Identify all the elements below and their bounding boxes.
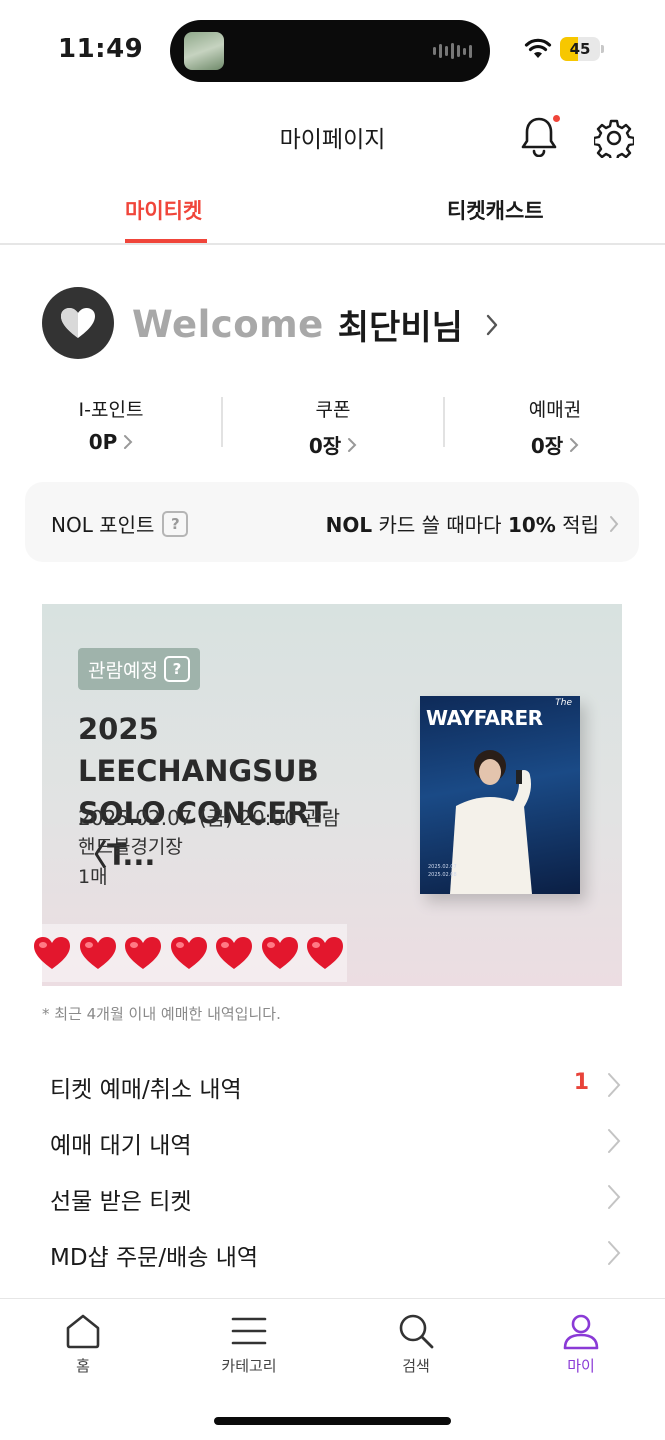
chevron-right-icon <box>570 437 579 452</box>
heart-icon <box>79 937 116 969</box>
help-icon[interactable]: ? <box>162 510 189 537</box>
battery-level: 45 <box>569 40 591 58</box>
notification-button[interactable] <box>520 115 560 159</box>
menu-booking-history[interactable]: 티켓 예매/취소 내역 1 <box>0 1060 665 1110</box>
menu-label: 티켓 예매/취소 내역 <box>50 1077 242 1103</box>
nol-card-promo[interactable]: NOL 카드 쓸 때마다 10% 적립 <box>326 509 619 538</box>
stat-label: I-포인트 <box>78 399 144 421</box>
status-label: 관람예정 <box>88 659 158 682</box>
stat-value: 0장 <box>530 434 564 458</box>
heart-icon <box>61 308 95 338</box>
nav-label: 마이 <box>567 1357 595 1375</box>
welcome-text: Welcome <box>132 303 324 346</box>
home-indicator <box>214 1417 451 1425</box>
menu-gifted-tickets[interactable]: 선물 받은 티켓 <box>0 1172 665 1222</box>
ticket-quantity: 1매 <box>78 866 108 888</box>
status-time: 11:49 <box>58 34 144 64</box>
nav-my[interactable]: 마이 <box>531 1311 631 1376</box>
nav-home[interactable]: 홈 <box>33 1311 133 1376</box>
chevron-right-icon <box>486 314 498 335</box>
stat-value: 0P <box>88 430 118 454</box>
nav-category[interactable]: 카테고리 <box>199 1311 299 1376</box>
sticker-hearts <box>30 924 347 982</box>
menu-count-badge: 1 <box>573 1070 589 1095</box>
benefit-stats: I-포인트 0P 쿠폰 0장 예매권 0장 <box>0 395 665 458</box>
menu-label: MD샵 주문/배송 내역 <box>50 1245 259 1271</box>
chevron-right-icon <box>608 1073 621 1097</box>
concert-poster: The WAYFARER 2025.02.07 2025.02.08 <box>420 696 580 894</box>
nav-label: 카테고리 <box>221 1357 277 1375</box>
chevron-right-icon <box>608 1241 621 1265</box>
wifi-icon <box>524 38 552 58</box>
svg-text:2025.02.08: 2025.02.08 <box>428 872 457 878</box>
stat-label: 쿠폰 <box>315 399 351 421</box>
user-icon <box>563 1314 599 1350</box>
chevron-right-icon <box>124 435 133 449</box>
tab-ticket-cast[interactable]: 티켓캐스트 <box>447 195 544 225</box>
notification-dot <box>553 115 560 122</box>
menu-waitlist-history[interactable]: 예매 대기 내역 <box>0 1116 665 1166</box>
heart-icon <box>170 937 207 969</box>
stat-coupon[interactable]: 쿠폰 0장 <box>222 395 444 459</box>
stat-i-point[interactable]: I-포인트 0P <box>0 395 222 454</box>
heart-icon <box>216 937 252 969</box>
status-bar: 11:49 45 <box>0 0 665 100</box>
chevron-right-icon <box>608 1129 621 1153</box>
chevron-right-icon <box>608 1185 621 1209</box>
gear-icon <box>592 119 636 163</box>
heart-icon <box>307 937 343 969</box>
page-title: 마이페이지 <box>279 127 386 153</box>
nav-label: 검색 <box>402 1357 430 1375</box>
chevron-right-icon <box>610 515 619 532</box>
concert-date: 2025.02.07 (금) 20:00 관람 <box>78 806 341 830</box>
nol-point-label: NOL 포인트 <box>51 513 155 537</box>
help-icon[interactable]: ? <box>163 656 190 682</box>
stat-voucher[interactable]: 예매권 0장 <box>444 395 665 459</box>
stat-value: 0장 <box>308 434 342 458</box>
status-badge: 관람예정 ? <box>78 648 200 690</box>
concert-venue: 핸드볼경기장 <box>78 836 183 858</box>
nol-promo-text: NOL 카드 쓸 때마다 10% 적립 <box>325 513 599 537</box>
active-tab-indicator <box>125 239 207 243</box>
heart-icon <box>261 937 298 969</box>
tab-my-ticket[interactable]: 마이티켓 <box>125 195 202 225</box>
nol-point-banner[interactable]: NOL 포인트 ? NOL 카드 쓸 때마다 10% 적립 <box>25 482 639 562</box>
welcome-greeting[interactable]: Welcome 최단비님 <box>132 300 499 349</box>
menu-label: 선물 받은 티켓 <box>50 1189 192 1215</box>
poster-artwork: 2025.02.07 2025.02.08 <box>428 750 532 894</box>
heart-icon <box>125 937 161 969</box>
recent-booking-note: * 최근 4개월 이내 예매한 내역입니다. <box>42 1005 281 1023</box>
home-icon <box>66 1314 100 1349</box>
nav-search[interactable]: 검색 <box>366 1311 466 1376</box>
menu-icon <box>231 1317 267 1345</box>
settings-button[interactable] <box>592 118 636 163</box>
heart-icon <box>34 937 70 969</box>
nav-label: 홈 <box>76 1357 90 1375</box>
battery-indicator: 45 <box>560 37 604 61</box>
search-icon <box>399 1314 434 1349</box>
now-playing-thumbnail <box>184 32 224 70</box>
stat-label: 예매권 <box>528 399 582 421</box>
svg-text:2025.02.07: 2025.02.07 <box>428 864 457 870</box>
menu-label: 예매 대기 내역 <box>50 1133 192 1159</box>
tab-bar: 마이티켓 티켓캐스트 <box>0 185 665 245</box>
chevron-right-icon <box>348 437 357 452</box>
dynamic-island[interactable] <box>170 20 490 82</box>
user-name: 최단비님 <box>337 308 463 348</box>
bell-icon <box>521 117 557 158</box>
audio-wave-icon <box>433 42 472 60</box>
menu-md-shop-orders[interactable]: MD샵 주문/배송 내역 <box>0 1228 665 1278</box>
avatar[interactable] <box>42 287 114 359</box>
